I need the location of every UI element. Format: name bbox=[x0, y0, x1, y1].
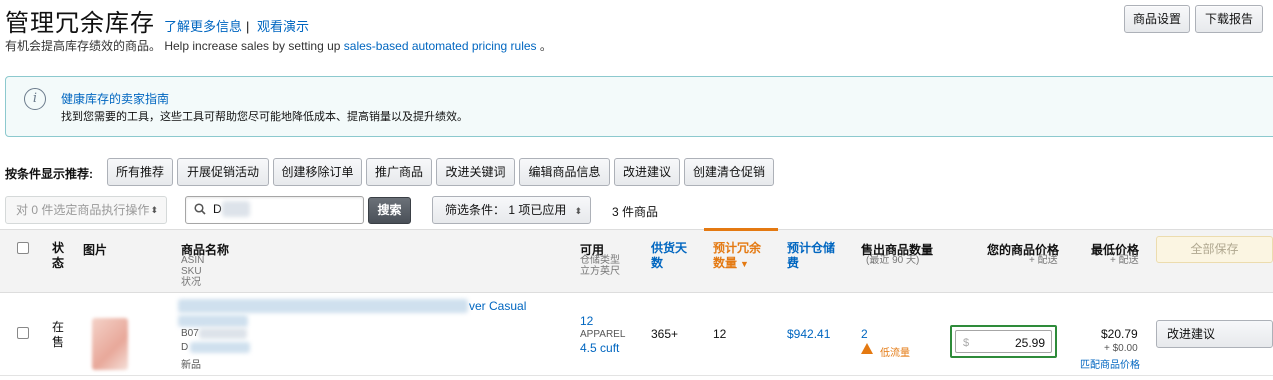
col-status: 状态 bbox=[52, 241, 65, 270]
redacted-search-text bbox=[222, 201, 250, 217]
product-settings-button[interactable]: 商品设置 bbox=[1124, 5, 1190, 33]
info-title-link[interactable]: 健康库存的卖家指南 bbox=[61, 90, 169, 107]
row-divider bbox=[0, 375, 1273, 376]
learn-more-link[interactable]: 了解更多信息 bbox=[164, 19, 242, 34]
filter-clearance-button[interactable]: 创建清仓促销 bbox=[684, 158, 774, 186]
col-cubic-feet: 立方英尺 bbox=[580, 266, 620, 277]
product-thumbnail[interactable] bbox=[92, 318, 128, 370]
row-checkbox[interactable] bbox=[17, 327, 29, 339]
filter-all-button[interactable]: 所有推荐 bbox=[107, 158, 173, 186]
cubic-feet-link[interactable]: 4.5 cuft bbox=[580, 341, 619, 355]
match-price-link[interactable]: 匹配商品价格 bbox=[1080, 356, 1140, 371]
storage-type: APPAREL bbox=[580, 329, 626, 340]
col-storage-type: 仓储类型 bbox=[580, 255, 620, 266]
watch-demo-link[interactable]: 观看演示 bbox=[257, 19, 309, 34]
item-count: 3 件商品 bbox=[612, 205, 659, 219]
redacted-asin bbox=[199, 328, 247, 339]
select-all-checkbox[interactable] bbox=[17, 242, 29, 254]
condition-value: 新品 bbox=[181, 360, 201, 371]
page-subtitle: 有机会提高库存绩效的商品。 Help increase sales by set… bbox=[5, 37, 552, 54]
chevron-updown-icon: ⬍ bbox=[574, 206, 582, 216]
search-value: D bbox=[213, 202, 222, 216]
product-title-link[interactable]: ver Casual bbox=[469, 299, 526, 313]
filter-select[interactable]: 筛选条件： 1 项已应用 ⬍ bbox=[432, 196, 591, 224]
price-field-wrapper: $ 25.99 bbox=[950, 325, 1057, 358]
days-supply-value: 365+ bbox=[651, 327, 679, 341]
search-input[interactable] bbox=[185, 196, 364, 224]
subtitle-suffix: 。 bbox=[536, 39, 552, 53]
storage-fee-link[interactable]: $942.41 bbox=[787, 327, 830, 341]
info-box bbox=[5, 76, 1273, 137]
link-separator: | bbox=[246, 19, 250, 34]
warning-icon bbox=[861, 343, 873, 354]
search-icon bbox=[194, 203, 206, 215]
col-excess-qty[interactable]: 预计冗余数量 ▼ bbox=[713, 241, 763, 272]
header-links: 了解更多信息 | 观看演示 bbox=[164, 16, 309, 35]
col-product-sub: ASIN SKU 状况 bbox=[181, 255, 204, 288]
col-condition: 状况 bbox=[181, 277, 201, 288]
filter-select-label: 筛选条件： 1 项已应用 bbox=[445, 203, 567, 217]
redacted-title bbox=[178, 299, 468, 313]
price-input[interactable]: $ 25.99 bbox=[955, 330, 1052, 353]
sort-indicator bbox=[704, 228, 778, 231]
recommend-label: 按条件显示推荐: bbox=[5, 167, 93, 181]
info-text: 找到您需要的工具，这些工具可帮助您尽可能地降低成本、提高销量以及提升绩效。 bbox=[61, 111, 468, 123]
filter-removal-button[interactable]: 创建移除订单 bbox=[273, 158, 362, 186]
download-report-button[interactable]: 下载报告 bbox=[1195, 5, 1263, 33]
col-your-price-sub: + 配送 bbox=[1029, 255, 1058, 266]
col-sku: SKU bbox=[181, 266, 202, 277]
page-title: 管理冗余库存 bbox=[5, 10, 155, 37]
currency-symbol: $ bbox=[963, 337, 970, 349]
price-value: 25.99 bbox=[1014, 336, 1045, 350]
col-available-sub: 仓储类型 立方英尺 bbox=[580, 255, 620, 277]
asin-value: B07 bbox=[181, 328, 199, 339]
col-days-supply[interactable]: 供货天数 bbox=[651, 241, 691, 271]
product-ids: B07 bbox=[181, 328, 199, 339]
filter-promotion-button[interactable]: 开展促销活动 bbox=[177, 158, 269, 186]
filter-keywords-button[interactable]: 改进关键词 bbox=[436, 158, 515, 186]
save-all-button[interactable]: 全部保存 bbox=[1156, 236, 1273, 263]
col-storage-fee[interactable]: 预计仓储费 bbox=[787, 241, 839, 271]
row-status: 在售 bbox=[52, 320, 65, 349]
col-excess-qty-label: 预计冗余数量 bbox=[713, 241, 762, 270]
sku-value: D bbox=[181, 342, 189, 353]
redacted-title-line2 bbox=[178, 315, 248, 327]
filter-promote-button[interactable]: 推广商品 bbox=[366, 158, 432, 186]
search-button[interactable]: 搜索 bbox=[368, 197, 411, 224]
pricing-rules-link[interactable]: sales-based automated pricing rules bbox=[344, 39, 537, 53]
excess-qty-value: 12 bbox=[713, 327, 727, 341]
available-qty-link[interactable]: 12 bbox=[580, 314, 593, 328]
bulk-action-select[interactable]: 对 0 件选定商品执行操作 ⬍ bbox=[5, 196, 167, 224]
redacted-sku bbox=[190, 342, 250, 353]
chevron-updown-icon: ⬍ bbox=[150, 205, 158, 215]
sort-down-icon: ▼ bbox=[740, 259, 749, 269]
filter-edit-listing-button[interactable]: 编辑商品信息 bbox=[519, 158, 610, 186]
units-sold-link[interactable]: 2 bbox=[861, 327, 868, 341]
improve-suggestion-button[interactable]: 改进建议 bbox=[1156, 320, 1273, 348]
col-units-sold-sub: (最近 90 天) bbox=[866, 255, 920, 266]
lowest-shipping-value: + $0.00 bbox=[1104, 343, 1138, 354]
col-image: 图片 bbox=[83, 243, 108, 257]
bulk-action-label: 对 0 件选定商品执行操作 bbox=[16, 203, 150, 217]
col-lowest-price-sub: + 配送 bbox=[1110, 255, 1139, 266]
info-icon: i bbox=[24, 88, 46, 110]
subtitle-text: 有机会提高库存绩效的商品。 Help increase sales by set… bbox=[5, 39, 344, 53]
col-asin: ASIN bbox=[181, 255, 205, 266]
filter-improve-button[interactable]: 改进建议 bbox=[614, 158, 680, 186]
lowest-price-value: $20.79 bbox=[1101, 327, 1138, 341]
low-traffic-label: 低流量 bbox=[880, 348, 910, 359]
